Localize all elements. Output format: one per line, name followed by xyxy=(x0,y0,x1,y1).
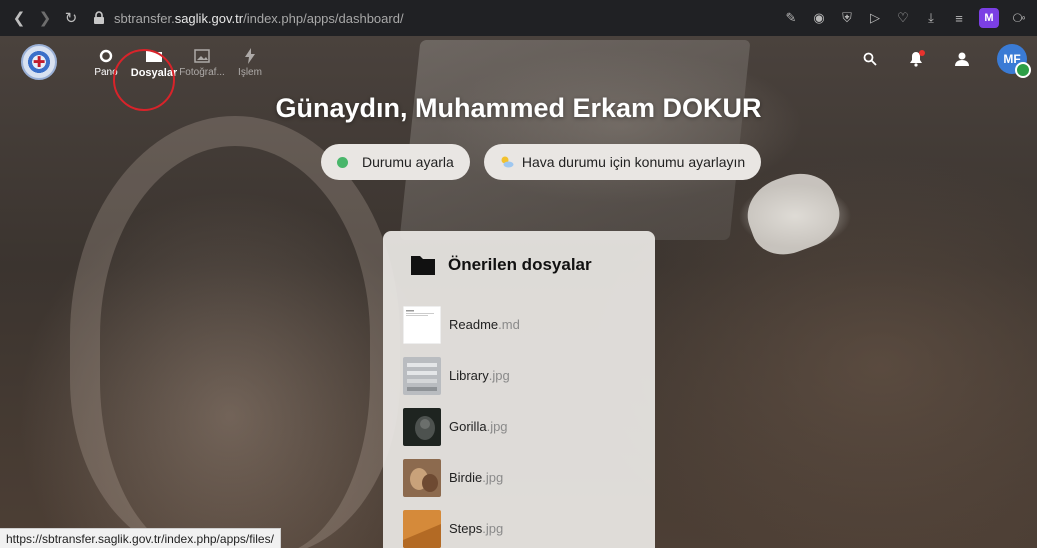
file-name: Readme xyxy=(449,317,499,332)
browser-toolbar: ❮ ❯ ↻ sbtransfer. saglik.gov.tr/index.php… xyxy=(0,0,1037,36)
file-extension: .md xyxy=(498,317,520,332)
search-icon[interactable] xyxy=(859,48,881,70)
file-list: Readme .md Library .jpg Gorilla .jpg Birdie… xyxy=(383,299,655,548)
logo[interactable]: ✚ xyxy=(21,44,57,80)
extensions-icon[interactable]: ⧂ xyxy=(1011,10,1027,26)
online-status-icon xyxy=(337,156,348,168)
bird-image-thumbnail xyxy=(403,458,441,497)
profile-badge[interactable]: M xyxy=(979,8,999,28)
steps-image-thumbnail xyxy=(403,509,441,548)
document-thumbnail xyxy=(403,305,441,344)
heart-icon[interactable]: ♡ xyxy=(895,10,911,26)
image-icon xyxy=(194,48,210,63)
forward-button[interactable]: ❯ xyxy=(32,5,58,31)
file-item-birdie[interactable]: Birdie .jpg xyxy=(383,452,655,503)
file-item-steps[interactable]: Steps .jpg xyxy=(383,503,655,548)
file-name: Library xyxy=(449,368,489,383)
dashboard-page: ✚ Pano Dosyalar Fotoğraf... İşlem MF Gün… xyxy=(0,36,1037,548)
background-mug xyxy=(70,116,400,548)
file-extension: .jpg xyxy=(486,419,508,434)
weather-icon xyxy=(501,156,514,168)
edit-icon[interactable]: ✎ xyxy=(783,10,799,26)
url-path: /index.php/apps/dashboard/ xyxy=(243,10,404,26)
contacts-icon[interactable] xyxy=(951,48,973,70)
app-item-activity[interactable]: İşlem xyxy=(227,46,273,79)
app-menu: Pano Dosyalar Fotoğraf... İşlem xyxy=(83,46,273,79)
gorilla-image-thumbnail xyxy=(403,407,441,446)
app-item-photos[interactable]: Fotoğraf... xyxy=(179,46,225,79)
lock-icon xyxy=(94,11,104,24)
notifications-bell-icon[interactable] xyxy=(905,48,927,70)
lightning-icon xyxy=(245,47,255,64)
file-name: Gorilla xyxy=(449,419,487,434)
app-item-label: İşlem xyxy=(238,66,262,78)
file-extension: .jpg xyxy=(482,521,504,536)
address-bar[interactable]: sbtransfer. saglik.gov.tr/index.php/apps/… xyxy=(92,5,783,31)
weather-location-button[interactable]: Hava durumu için konumu ayarlayın xyxy=(483,144,762,180)
greeting-title: Günaydın, Muhammed Erkam DOKUR xyxy=(275,93,762,123)
file-item-readme[interactable]: Readme .md xyxy=(383,299,655,350)
shield-icon[interactable]: ⛨ xyxy=(839,10,855,26)
app-header: ✚ Pano Dosyalar Fotoğraf... İşlem MF xyxy=(0,36,1037,111)
set-status-label: Durumu ayarla xyxy=(362,154,454,170)
back-button[interactable]: ❮ xyxy=(6,5,32,31)
url-prefix: sbtransfer. xyxy=(114,10,175,26)
recommended-files-widget: Önerilen dosyalar Readme .md Library .jpg … xyxy=(383,231,655,548)
file-name: Birdie xyxy=(449,470,483,485)
set-status-button[interactable]: Durumu ayarla xyxy=(321,144,470,180)
app-item-label: Fotoğraf... xyxy=(179,66,225,78)
folder-icon xyxy=(411,256,435,275)
file-name: Steps xyxy=(449,521,483,536)
file-extension: .jpg xyxy=(482,470,504,485)
send-icon[interactable]: ▷ xyxy=(867,10,883,26)
reload-button[interactable]: ↻ xyxy=(58,5,84,31)
camera-icon[interactable]: ◉ xyxy=(811,10,827,26)
file-item-gorilla[interactable]: Gorilla .jpg xyxy=(383,401,655,452)
download-icon[interactable]: ⤓ xyxy=(923,10,939,26)
menu-list-icon[interactable]: ≡ xyxy=(951,10,967,26)
library-image-thumbnail xyxy=(403,356,441,395)
file-item-library[interactable]: Library .jpg xyxy=(383,350,655,401)
widget-title-text: Önerilen dosyalar xyxy=(448,255,592,274)
link-preview-statusbar: https://sbtransfer.saglik.gov.tr/index.p… xyxy=(0,528,281,548)
url-host: saglik.gov.tr xyxy=(174,10,244,26)
dashboard-icon xyxy=(99,49,113,62)
notification-dot xyxy=(919,50,925,56)
widget-title: Önerilen dosyalar xyxy=(411,255,655,275)
weather-location-label: Hava durumu için konumu ayarlayın xyxy=(521,154,746,170)
avatar[interactable]: MF xyxy=(997,44,1031,78)
file-extension: .jpg xyxy=(488,368,510,383)
online-status-dot xyxy=(1015,62,1031,78)
logo-mark: ✚ xyxy=(32,54,46,71)
